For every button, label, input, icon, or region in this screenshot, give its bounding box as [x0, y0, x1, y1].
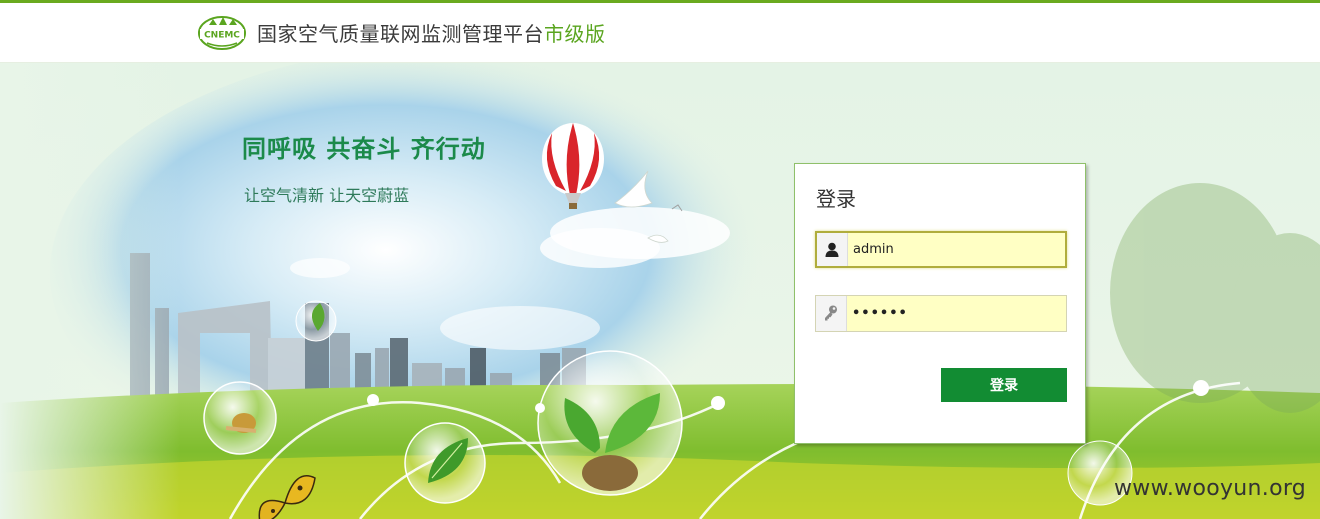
password-field	[815, 295, 1067, 332]
slogan-main: 同呼吸 共奋斗 齐行动	[242, 135, 486, 163]
login-button[interactable]: 登录	[941, 368, 1067, 402]
user-icon	[825, 242, 839, 257]
platform-edition: 市级版	[544, 22, 606, 46]
username-icon-box	[817, 233, 848, 266]
cnemc-logo: CNEMC	[198, 16, 246, 50]
login-panel: 登录 登录	[794, 163, 1086, 444]
password-input[interactable]	[852, 296, 1058, 331]
platform-name: 国家空气质量联网监测管理平台	[257, 22, 544, 46]
landscape-illustration	[0, 63, 1320, 519]
password-icon-box	[816, 296, 847, 331]
logo-text: CNEMC	[204, 31, 240, 41]
watermark-text: www.wooyun.org	[1114, 476, 1307, 501]
login-title: 登录	[816, 187, 856, 211]
hero-banner: 同呼吸 共奋斗 齐行动 让空气清新 让天空蔚蓝 登录 admin •••••• …	[0, 63, 1320, 519]
slogan-sub: 让空气清新 让天空蔚蓝	[244, 186, 410, 205]
key-icon	[825, 305, 837, 321]
username-input[interactable]	[853, 233, 1059, 266]
platform-title: 国家空气质量联网监测管理平台市级版	[257, 21, 606, 47]
username-field	[815, 231, 1067, 268]
top-header: CNEMC 国家空气质量联网监测管理平台市级版	[0, 0, 1320, 63]
